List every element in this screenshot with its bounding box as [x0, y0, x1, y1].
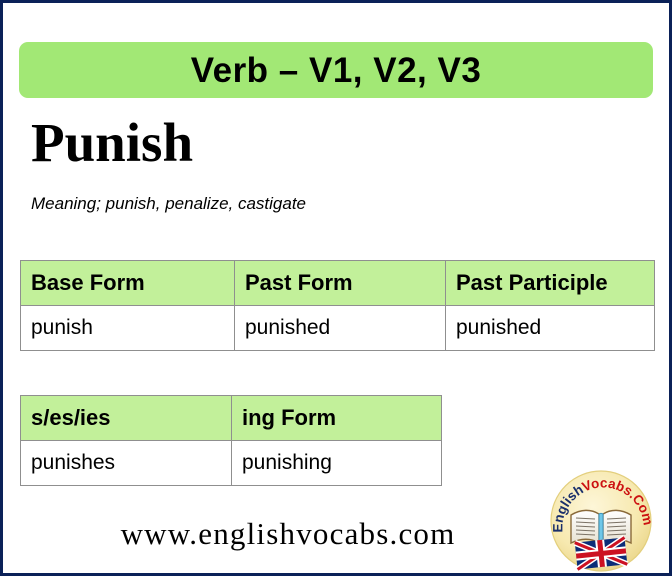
verb-banner: Verb – V1, V2, V3 — [19, 42, 653, 98]
page-title: Punish — [31, 112, 194, 173]
column-header-s-es-ies: s/es/ies — [20, 395, 232, 441]
cell-ing-form: punishing — [231, 440, 442, 486]
cell-s-es-ies: punishes — [20, 440, 232, 486]
table-row: punishes punishing — [20, 440, 442, 486]
word-meaning: Meaning; punish, penalize, castigate — [31, 194, 307, 213]
banner-title: Verb – V1, V2, V3 — [190, 50, 482, 90]
table-header-row: Base Form Past Form Past Participle — [20, 260, 655, 306]
cell-past-participle: punished — [445, 305, 655, 351]
cell-past-form: punished — [234, 305, 446, 351]
verb-forms-table: Base Form Past Form Past Participle puni… — [20, 260, 655, 351]
uk-flag-icon — [573, 534, 629, 573]
column-header-past-participle: Past Participle — [445, 260, 655, 306]
table-row: punish punished punished — [20, 305, 655, 351]
englishvocabs-logo: EnglishVocabs.Com — [549, 469, 653, 573]
verb-inflections-table: s/es/ies ing Form punishes punishing — [20, 395, 442, 486]
footer-website-url: www.englishvocabs.com — [120, 516, 456, 551]
page-container: Verb – V1, V2, V3 Punish Meaning; punish… — [0, 0, 672, 576]
logo-badge-icon: EnglishVocabs.Com — [550, 470, 653, 573]
table-header-row: s/es/ies ing Form — [20, 395, 442, 441]
cell-base-form: punish — [20, 305, 235, 351]
column-header-base-form: Base Form — [20, 260, 235, 306]
column-header-past-form: Past Form — [234, 260, 446, 306]
column-header-ing-form: ing Form — [231, 395, 442, 441]
